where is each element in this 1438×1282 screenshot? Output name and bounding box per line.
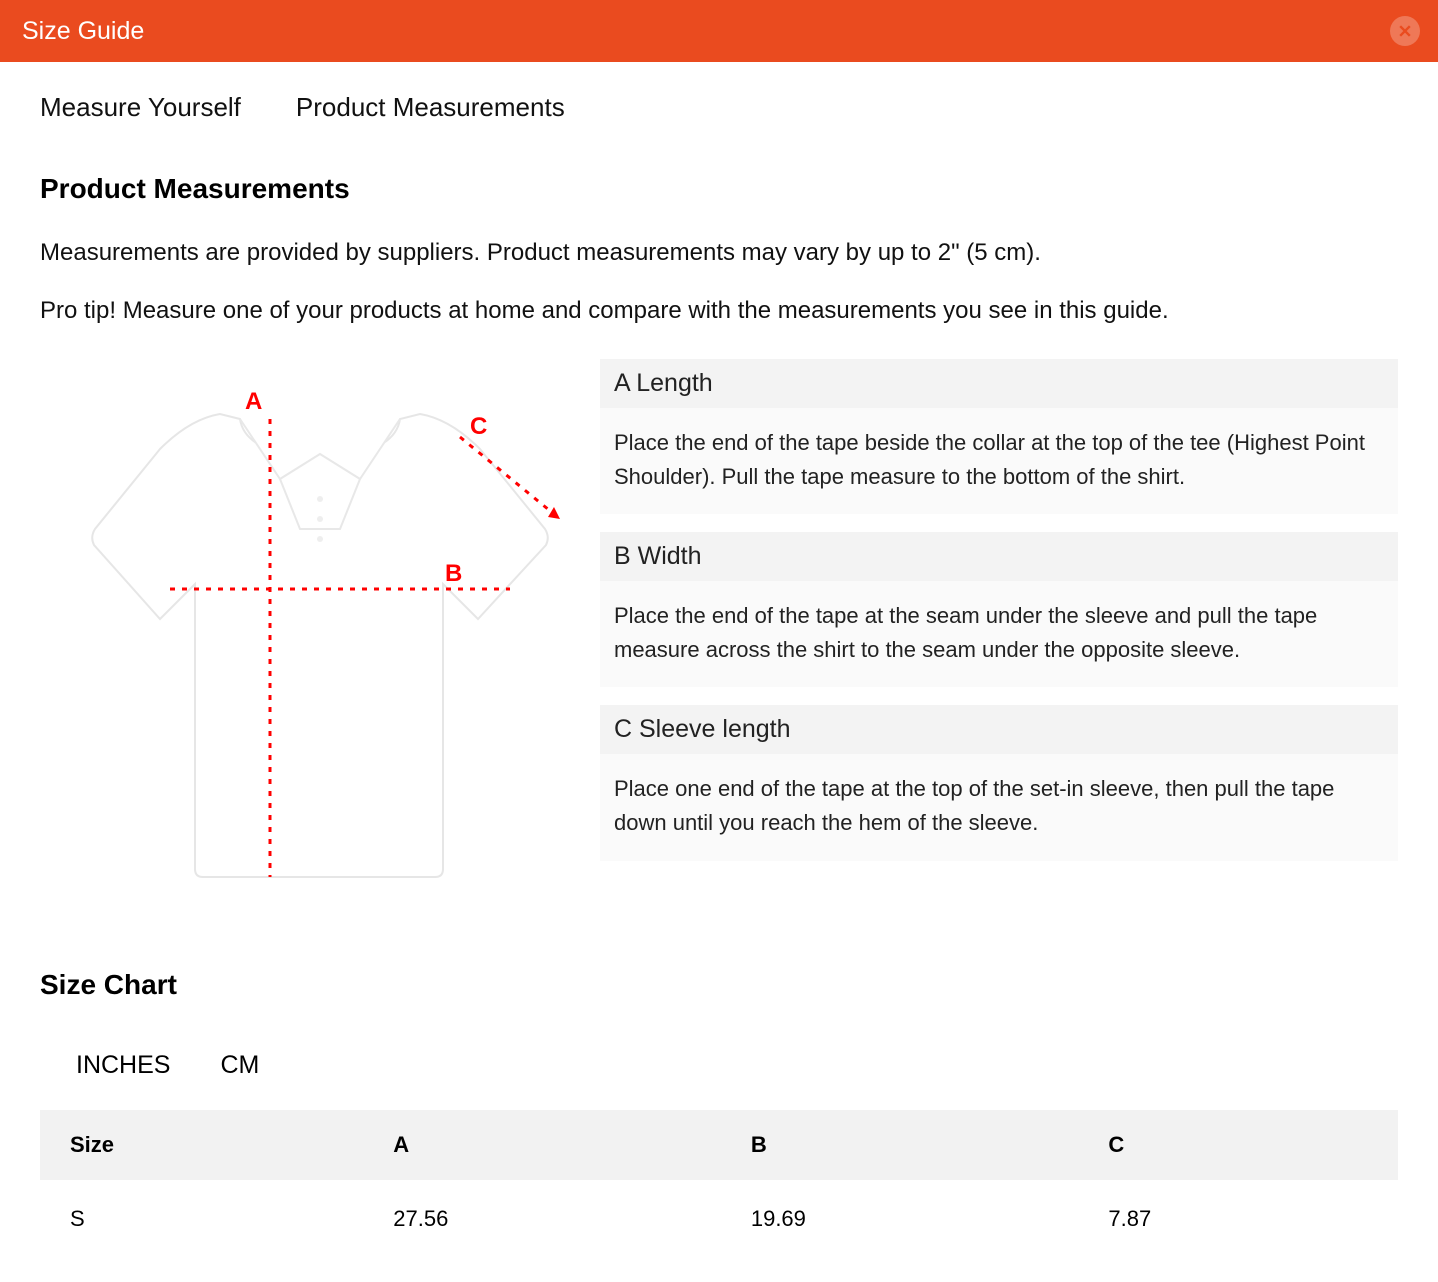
size-guide-modal: Size Guide Measure Yourself Product Meas… — [0, 0, 1438, 1282]
table-header-row: Size A B C — [40, 1110, 1398, 1180]
close-icon — [1397, 23, 1413, 39]
section-title: Product Measurements — [40, 173, 1398, 205]
unit-tab-inches[interactable]: INCHES — [76, 1051, 170, 1080]
unit-tab-cm[interactable]: CM — [220, 1051, 259, 1080]
cell-size: S — [40, 1180, 363, 1258]
definition-b: B Width Place the end of the tape at the… — [600, 532, 1398, 687]
unit-tabs: INCHES CM — [40, 1051, 1398, 1080]
measurement-row: A C B A Length Place the end of the tape… — [40, 359, 1398, 899]
diagram-label-b: B — [445, 560, 462, 587]
tab-measure-yourself[interactable]: Measure Yourself — [40, 92, 241, 123]
definition-c: C Sleeve length Place one end of the tap… — [600, 705, 1398, 860]
col-size: Size — [40, 1110, 363, 1180]
col-a: A — [363, 1110, 721, 1180]
diagram-label-c: C — [470, 413, 487, 440]
tab-product-measurements[interactable]: Product Measurements — [296, 92, 565, 123]
shirt-diagram: A C B — [40, 359, 560, 899]
definition-c-body: Place one end of the tape at the top of … — [600, 754, 1398, 860]
modal-header: Size Guide — [0, 0, 1438, 62]
definition-a-title: A Length — [600, 359, 1398, 408]
definitions: A Length Place the end of the tape besid… — [600, 359, 1398, 879]
cell-b: 19.69 — [721, 1180, 1079, 1258]
intro-text-1: Measurements are provided by suppliers. … — [40, 235, 1398, 271]
shirt-svg: A C B — [40, 359, 560, 899]
modal-title: Size Guide — [22, 17, 144, 46]
intro-text-2: Pro tip! Measure one of your products at… — [40, 293, 1398, 329]
tabs: Measure Yourself Product Measurements — [40, 62, 1398, 153]
definition-c-title: C Sleeve length — [600, 705, 1398, 754]
definition-a-body: Place the end of the tape beside the col… — [600, 408, 1398, 514]
table-row: S 27.56 19.69 7.87 — [40, 1180, 1398, 1258]
diagram-label-a: A — [245, 388, 262, 415]
cell-a: 27.56 — [363, 1180, 721, 1258]
definition-b-title: B Width — [600, 532, 1398, 581]
definition-a: A Length Place the end of the tape besid… — [600, 359, 1398, 514]
col-b: B — [721, 1110, 1079, 1180]
col-c: C — [1078, 1110, 1398, 1180]
size-table: Size A B C S 27.56 19.69 7.87 — [40, 1110, 1398, 1258]
cell-c: 7.87 — [1078, 1180, 1398, 1258]
size-chart-title: Size Chart — [40, 969, 1398, 1001]
close-button[interactable] — [1390, 16, 1420, 46]
modal-body: Measure Yourself Product Measurements Pr… — [0, 62, 1438, 1282]
definition-b-body: Place the end of the tape at the seam un… — [600, 581, 1398, 687]
